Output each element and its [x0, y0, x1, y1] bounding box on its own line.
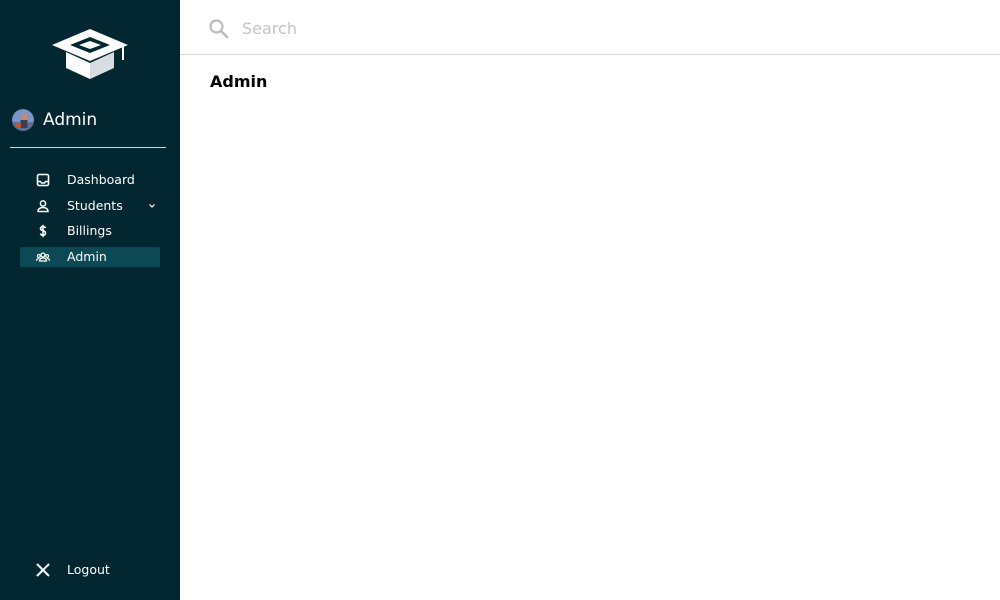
chevron-down-icon[interactable] — [148, 202, 156, 210]
sidebar-item-billings[interactable]: Billings — [20, 221, 160, 241]
page-title: Admin — [210, 71, 268, 91]
sidebar-item-label: Students — [67, 197, 123, 213]
sidebar-item-label: Admin — [67, 248, 107, 264]
sidebar-divider — [10, 147, 166, 148]
person-icon — [37, 199, 49, 212]
app-root: Admin Dashboard Students Billings Admin … — [0, 0, 1000, 600]
user-avatar — [12, 109, 34, 131]
profile-name: Admin — [43, 110, 98, 130]
group-icon — [36, 251, 50, 262]
sidebar-nav: Dashboard Students Billings Admin — [20, 170, 160, 272]
sidebar-item-dashboard[interactable]: Dashboard — [20, 170, 160, 190]
graduation-cap-icon — [52, 29, 128, 79]
dollar-icon — [39, 224, 47, 238]
sidebar-item-label: Dashboard — [67, 172, 135, 187]
search-icon[interactable] — [208, 18, 229, 39]
sidebar: Admin Dashboard Students Billings Admin … — [0, 0, 180, 600]
search-input[interactable] — [240, 14, 944, 42]
logout-button[interactable]: Logout — [20, 558, 160, 582]
sidebar-item-admin[interactable]: Admin — [20, 246, 160, 267]
logout-label: Logout — [67, 562, 110, 577]
close-icon — [36, 563, 50, 577]
sidebar-item-students[interactable]: Students — [20, 196, 160, 216]
sidebar-item-label: Billings — [67, 223, 112, 238]
user-profile[interactable]: Admin — [12, 108, 97, 132]
topbar — [180, 0, 1000, 55]
inbox-icon — [36, 173, 50, 187]
